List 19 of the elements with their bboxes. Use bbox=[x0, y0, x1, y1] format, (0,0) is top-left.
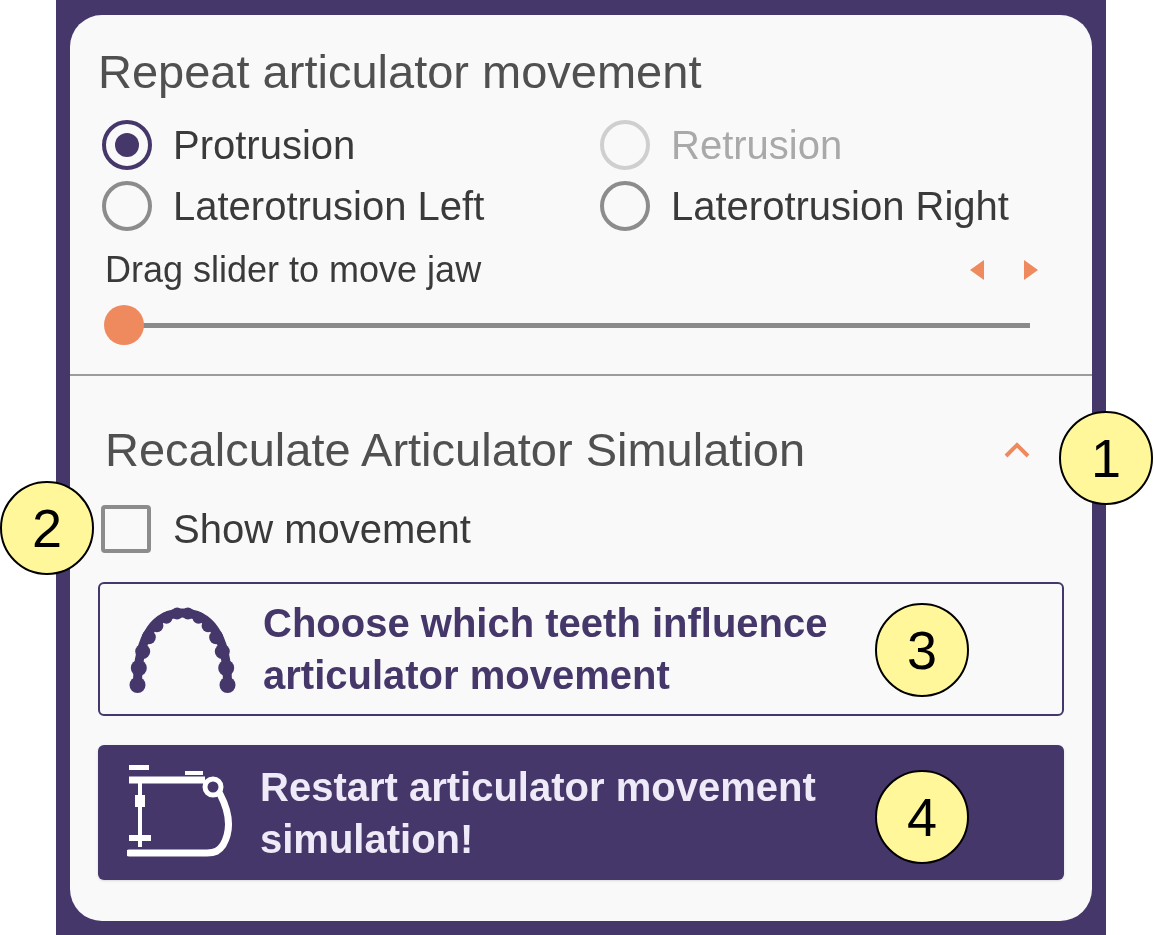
radio-label: Protrusion bbox=[173, 121, 356, 169]
radio-label: Laterotrusion Left bbox=[173, 182, 485, 230]
number-callout: 1 bbox=[1059, 411, 1153, 505]
number-callout: 2 bbox=[0, 481, 94, 575]
slider-label: Drag slider to move jaw bbox=[105, 250, 482, 290]
chevron-up-icon[interactable] bbox=[1004, 442, 1030, 458]
right-triangle-icon[interactable] bbox=[1024, 260, 1038, 280]
section-title: Repeat articulator movement bbox=[98, 44, 703, 100]
radio-button[interactable] bbox=[102, 180, 152, 231]
dental-arch-icon bbox=[129, 605, 236, 693]
radio-label: Retrusion bbox=[671, 121, 843, 169]
left-triangle-icon[interactable] bbox=[970, 260, 984, 280]
radio-button[interactable] bbox=[102, 119, 152, 170]
radio-button[interactable] bbox=[600, 180, 650, 231]
radio-label: Laterotrusion Right bbox=[671, 182, 1009, 230]
checkbox[interactable] bbox=[101, 505, 151, 553]
checkbox-label: Show movement bbox=[173, 506, 471, 553]
section-title: Recalculate Articulator Simulation bbox=[105, 422, 806, 478]
slider-thumb[interactable] bbox=[104, 305, 144, 345]
